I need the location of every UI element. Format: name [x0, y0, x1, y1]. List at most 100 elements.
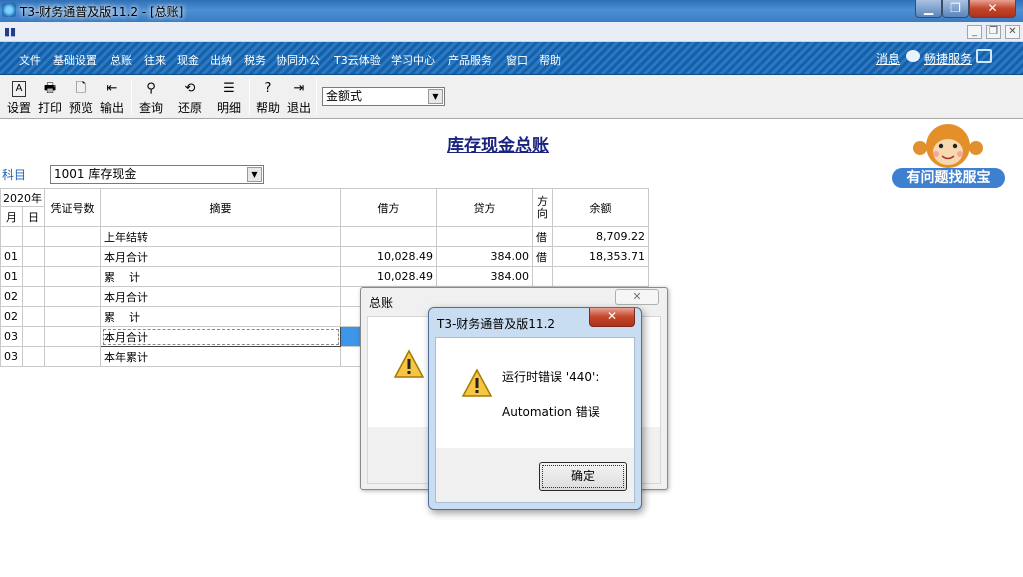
menu-window[interactable]: 窗口 [506, 52, 528, 68]
error-dialog: T3-财务通普及版11.2 ✕ 运行时错误 '440': Automation … [428, 307, 642, 510]
direction-cell [532, 266, 553, 287]
credit-cell: 384.00 [436, 246, 533, 267]
detail-button[interactable]: ☰ 明细 [215, 79, 243, 117]
export-button[interactable]: ⇤ 输出 [98, 79, 126, 117]
direction-cell: 借 [532, 246, 553, 267]
message-icon[interactable] [906, 50, 920, 62]
settings-label: 设置 [6, 101, 31, 115]
print-button[interactable]: 🖶 打印 [36, 79, 64, 117]
settings-icon: A [12, 81, 26, 97]
mdi-restore-button[interactable]: ❐ [986, 25, 1001, 39]
menu-collaboration[interactable]: 协同办公 [276, 52, 320, 68]
menu-basic-settings[interactable]: 基础设置 [53, 52, 97, 68]
mdi-close-button[interactable]: ✕ [1005, 25, 1020, 39]
error-dialog-title: T3-财务通普及版11.2 [437, 317, 556, 331]
document-icon: ▮▮ [4, 25, 17, 38]
exit-button[interactable]: ⇥ 退出 [285, 79, 313, 117]
toolbar-separator [316, 79, 317, 115]
print-label: 打印 [37, 101, 62, 115]
menu-accounts[interactable]: 往来 [144, 52, 166, 68]
direction-cell: 借 [532, 226, 553, 247]
window-title: T3-财务通普及版11.2 - [总账] [20, 5, 184, 19]
restore-button[interactable]: ⟲ 还原 [176, 79, 204, 117]
restore-label: 还原 [177, 101, 202, 115]
menu-help[interactable]: 帮助 [539, 52, 561, 68]
close-button[interactable]: ✕ [969, 0, 1016, 18]
help-label: 帮助 [255, 101, 280, 115]
day-cell [22, 266, 45, 287]
credit-header: 贷方 [436, 188, 533, 227]
toolbar-separator [249, 79, 250, 115]
day-cell [22, 306, 45, 327]
debit-cell: 10,028.49 [340, 246, 437, 267]
app-icon [2, 3, 16, 17]
month-cell: 01 [0, 266, 23, 287]
toolbar: A 设置 🖶 打印 🗋 预览 ⇤ 输出 ⚲ 查询 ⟲ 还原 ☰ 明细 ? 帮助 … [0, 75, 1023, 119]
preview-label: 预览 [68, 101, 93, 115]
summary-cell-selected[interactable]: 本月合计 [100, 326, 341, 347]
query-button[interactable]: ⚲ 查询 [137, 79, 165, 117]
debit-header: 借方 [340, 188, 437, 227]
summary-cell: 累 计 [100, 266, 341, 287]
menu-tax[interactable]: 税务 [244, 52, 266, 68]
settings-button[interactable]: A 设置 [5, 79, 33, 117]
voucher-cell [44, 246, 101, 267]
chat-icon[interactable] [976, 49, 992, 63]
menu-cash[interactable]: 现金 [177, 52, 199, 68]
day-cell [22, 246, 45, 267]
voucher-cell [44, 266, 101, 287]
menu-general-ledger[interactable]: 总账 [110, 52, 132, 68]
exit-icon: ⇥ [293, 81, 305, 96]
detail-label: 明细 [216, 101, 241, 115]
voucher-cell [44, 286, 101, 307]
minimize-button[interactable]: ▁ [915, 0, 942, 18]
menu-cashier[interactable]: 出纳 [210, 52, 232, 68]
day-cell [22, 226, 45, 247]
maximize-button[interactable]: ❐ [942, 0, 969, 18]
month-header: 月 [0, 206, 23, 227]
credit-cell [436, 226, 533, 247]
help-button[interactable]: ? 帮助 [254, 79, 282, 117]
exit-label: 退出 [286, 101, 311, 115]
chevron-down-icon[interactable]: ▼ [428, 89, 443, 104]
table-row[interactable]: 01 累 计 10,028.49 384.00 [0, 266, 649, 287]
day-cell [22, 346, 45, 367]
balance-cell: 18,353.71 [552, 246, 649, 267]
summary-header: 摘要 [100, 188, 341, 227]
voucher-cell [44, 326, 101, 347]
report-title: 库存现金总账 [447, 136, 549, 156]
error-dialog-body: 运行时错误 '440': Automation 错误 确定 [435, 337, 635, 503]
table-row[interactable]: 01 本月合计 10,028.49 384.00 借 18,353.71 [0, 246, 649, 267]
error-dialog-close-button[interactable]: ✕ [589, 308, 635, 327]
month-cell [0, 226, 23, 247]
monkey-mascot-icon[interactable] [912, 122, 984, 170]
subject-select-value: 1001 库存现金 [54, 167, 137, 181]
ok-button[interactable]: 确定 [539, 462, 627, 491]
mdi-minimize-button[interactable]: _ [967, 25, 982, 39]
subject-label: 科目 [2, 168, 27, 182]
error-message-line1: 运行时错误 '440': [502, 370, 600, 384]
preview-button[interactable]: 🗋 预览 [67, 79, 95, 117]
format-select-value: 金额式 [326, 89, 363, 103]
help-service-button[interactable]: 有问题找服宝 [892, 168, 1005, 188]
service-link[interactable]: 畅捷服务 [924, 50, 972, 67]
credit-cell: 384.00 [436, 266, 533, 287]
debit-cell [340, 226, 437, 247]
preview-icon: 🗋 [75, 81, 87, 96]
menu-t3-cloud[interactable]: T3云体验 [334, 52, 381, 68]
balance-cell: 8,709.22 [552, 226, 649, 247]
subject-select[interactable]: 1001 库存现金 ▼ [50, 165, 264, 184]
warning-icon [393, 349, 425, 378]
menu-product-service[interactable]: 产品服务 [448, 52, 492, 68]
balance-header: 余额 [552, 188, 649, 227]
query-label: 查询 [138, 101, 163, 115]
menu-file[interactable]: 文件 [19, 52, 41, 68]
message-link[interactable]: 消息 [876, 50, 900, 67]
format-select[interactable]: 金额式 ▼ [322, 87, 445, 106]
table-row[interactable]: 上年结转 借 8,709.22 [0, 226, 649, 247]
binoculars-icon: ⚲ [146, 81, 156, 96]
menu-learning-center[interactable]: 学习中心 [391, 52, 435, 68]
printer-icon: 🖶 [43, 81, 57, 96]
chevron-down-icon[interactable]: ▼ [247, 167, 262, 182]
dialog-close-button[interactable]: ✕ [615, 289, 659, 305]
